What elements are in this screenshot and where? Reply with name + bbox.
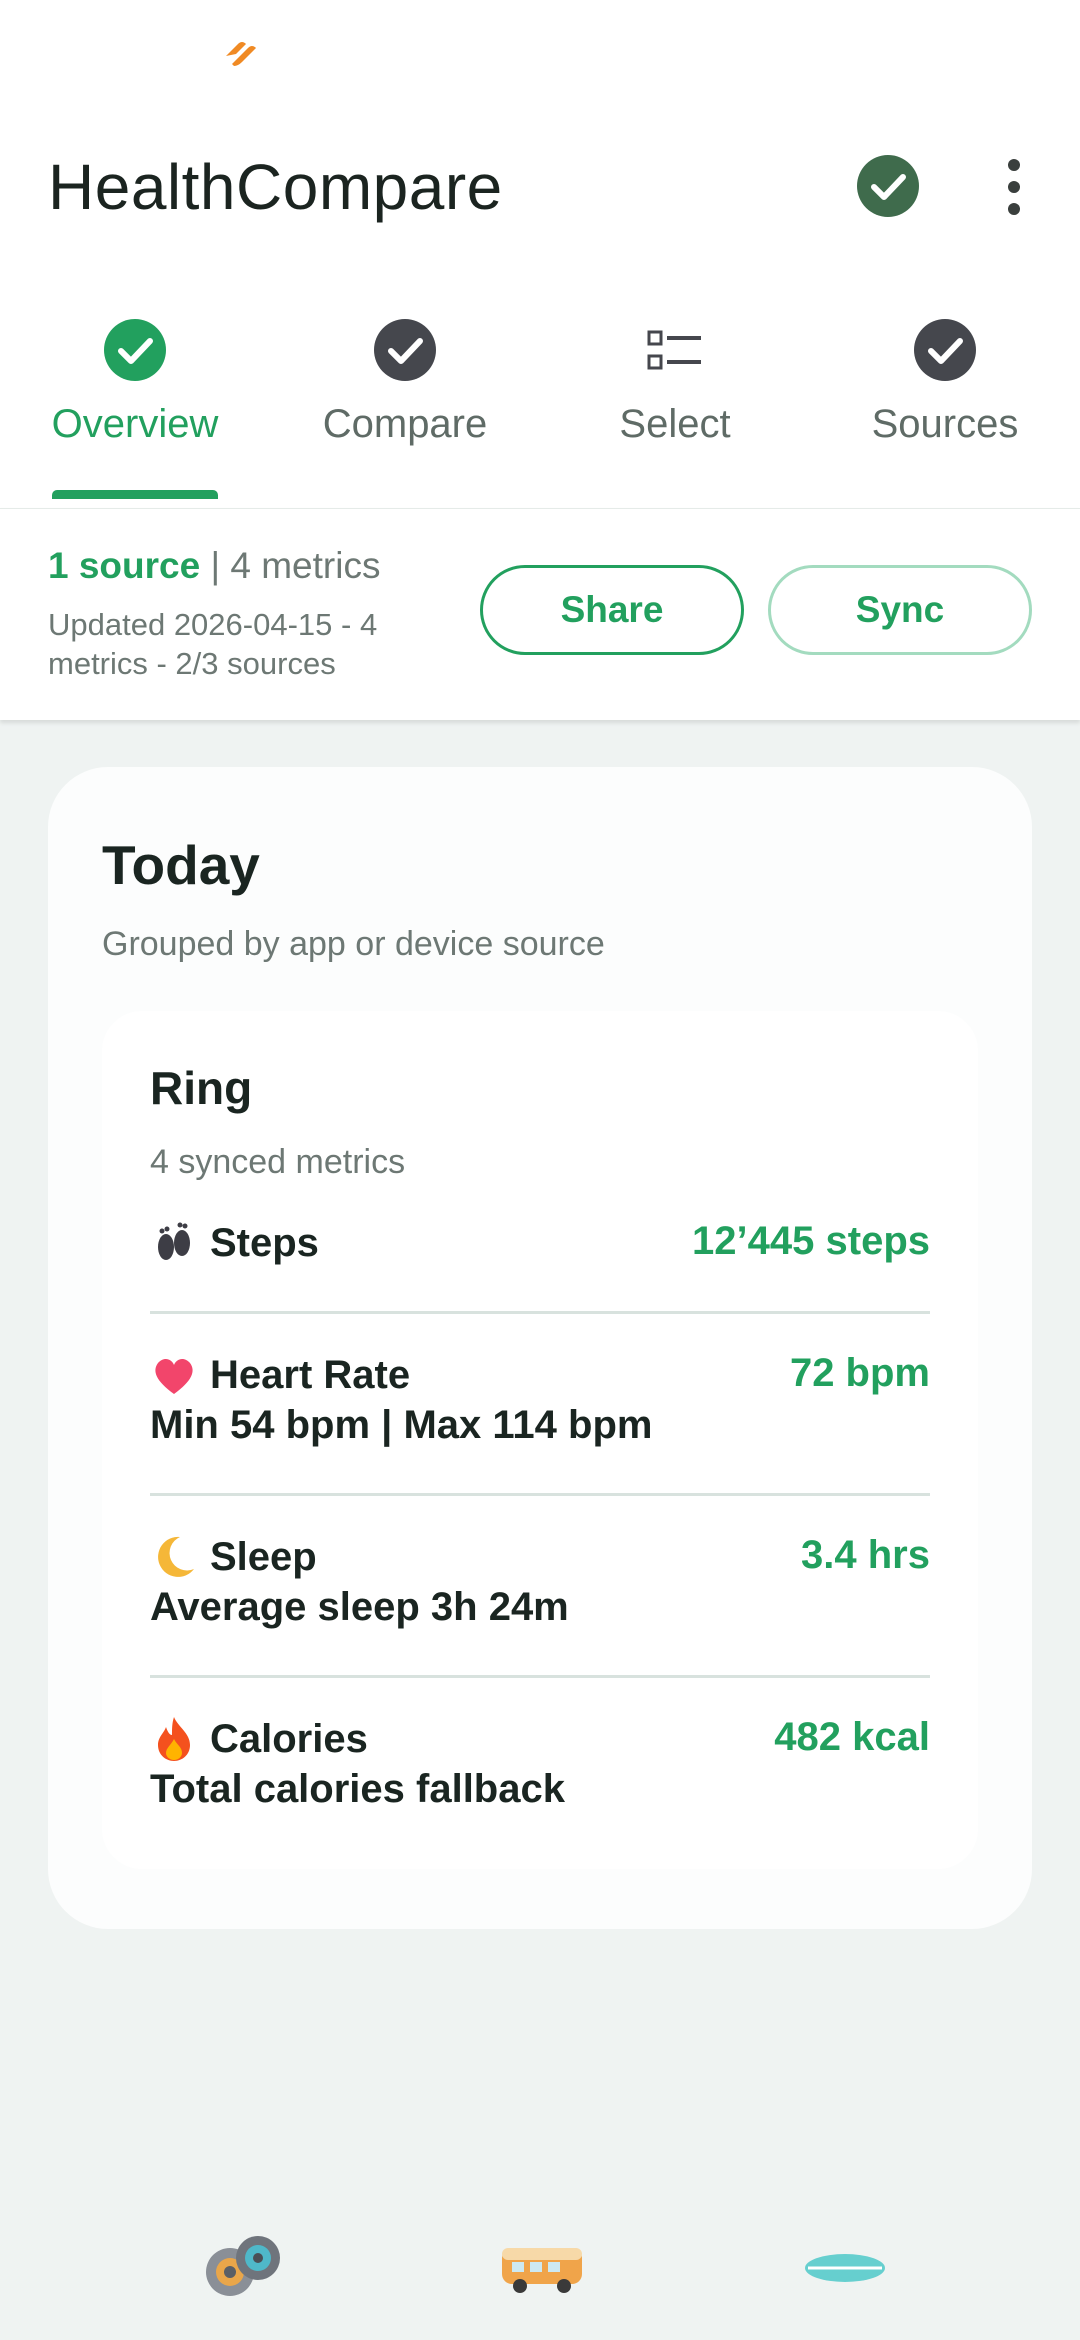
more-vert-icon[interactable] — [994, 155, 1034, 219]
divider — [150, 1311, 930, 1314]
tab-sources[interactable]: Sources — [810, 280, 1080, 508]
sync-button[interactable]: Sync — [768, 565, 1032, 655]
tab-compare[interactable]: Compare — [270, 280, 540, 508]
divider — [150, 1675, 930, 1678]
summary-separator: | — [200, 545, 231, 586]
metric-name: Heart Rate — [150, 1351, 410, 1399]
active-tab-indicator — [52, 490, 218, 499]
summary-counts: 1 source | 4 metrics — [48, 545, 380, 587]
check-circle-icon — [914, 319, 976, 381]
metric-value: 3.4 hrs — [801, 1533, 930, 1577]
metric-value: 482 kcal — [774, 1715, 930, 1759]
status-bar — [0, 0, 1080, 110]
metric-value: 12’445 steps — [692, 1219, 930, 1263]
checklist-icon — [647, 330, 701, 370]
bottom-bar — [0, 2200, 1080, 2340]
metric-name: Sleep — [150, 1533, 317, 1581]
check-circle-icon — [374, 319, 436, 381]
app-bar: HealthCompare — [0, 110, 1080, 280]
metric-row-sleep: Sleep 3.4 hrs Average sleep 3h 24m — [150, 1533, 930, 1643]
today-subtitle: Grouped by app or device source — [102, 925, 605, 963]
metric-value: 72 bpm — [789, 1351, 930, 1395]
share-button[interactable]: Share — [480, 565, 744, 655]
today-card: Today Grouped by app or device source Ri… — [48, 767, 1032, 1929]
film-reels-icon[interactable] — [200, 2230, 284, 2300]
divider — [150, 1493, 930, 1496]
notification-app-icon — [226, 42, 256, 66]
tab-label: Compare — [322, 402, 488, 446]
tab-select[interactable]: Select — [540, 280, 810, 508]
check-circle-icon — [104, 319, 166, 381]
heart-icon — [155, 1358, 193, 1394]
source-subtitle: 4 synced metrics — [150, 1143, 406, 1181]
metric-row-heart-rate: Heart Rate 72 bpm Min 54 bpm | Max 114 b… — [150, 1351, 930, 1461]
metric-row-calories: Calories 482 kcal Total calories fallbac… — [150, 1715, 930, 1825]
source-name: Ring — [150, 1062, 253, 1114]
app-title: HealthCompare — [48, 151, 503, 223]
today-title: Today — [102, 834, 260, 896]
moon-icon — [158, 1536, 194, 1577]
updated-text: Updated 2026-04-15 - 4 metrics - 2/3 sou… — [48, 607, 378, 681]
metric-detail: Total calories fallback — [150, 1767, 565, 1811]
check-circle-icon[interactable] — [857, 155, 919, 217]
fire-icon — [158, 1717, 190, 1761]
tab-label: Sources — [871, 402, 1019, 446]
tab-label: Overview — [51, 402, 219, 446]
summary-bar: 1 source | 4 metrics Updated 2026-04-15 … — [0, 508, 1080, 720]
metric-detail: Min 54 bpm | Max 114 bpm — [150, 1403, 653, 1447]
footprints-icon — [158, 1222, 190, 1260]
tab-overview[interactable]: Overview — [0, 280, 270, 508]
source-count: 1 source — [48, 545, 201, 586]
metric-detail: Average sleep 3h 24m — [150, 1585, 569, 1629]
metric-count: 4 metrics — [230, 545, 381, 586]
metric-name: Steps — [150, 1219, 319, 1267]
metric-row-steps: Steps 12’445 steps — [150, 1219, 930, 1279]
tab-label: Select — [619, 402, 731, 446]
source-card: Ring 4 synced metrics Steps 12’445 steps — [102, 1011, 978, 1869]
metric-name: Calories — [150, 1715, 368, 1763]
tab-bar: Overview Compare Select Sources — [0, 280, 1080, 508]
camper-van-icon[interactable] — [498, 2240, 586, 2296]
surfboard-icon[interactable] — [804, 2248, 886, 2288]
